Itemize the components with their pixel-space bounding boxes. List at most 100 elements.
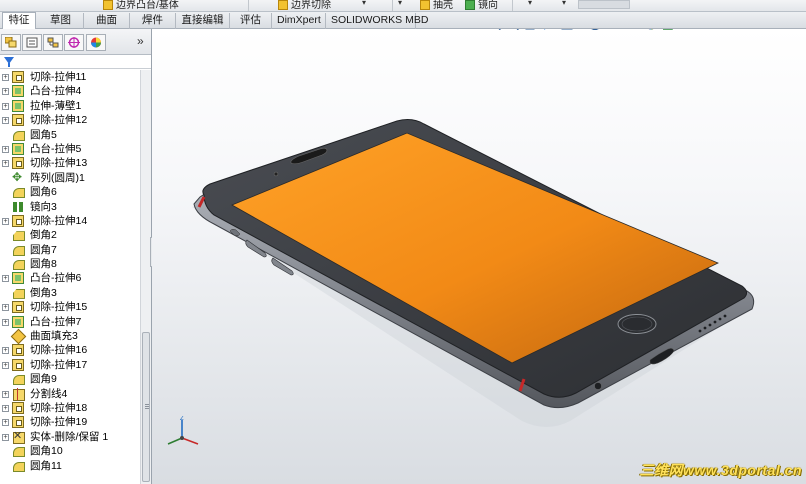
expand-icon[interactable]: + [2,102,9,110]
expand-icon[interactable]: + [2,275,9,283]
tree-item[interactable]: 圆角7 [0,243,140,257]
tree-item[interactable]: + 切除-拉伸11 [0,70,140,84]
tree-item[interactable]: + 切除-拉伸15 [0,300,140,314]
scrollbar-thumb[interactable] [142,332,150,482]
chevron-down-icon[interactable]: ▾ [362,0,366,7]
boss-feature-icon [12,315,24,328]
tree-item[interactable]: + 切除-拉伸14 [0,214,140,228]
body-feature-icon [12,429,25,444]
tree-item[interactable]: 圆角5 [0,128,140,142]
tree-item[interactable]: 阵列(圆周)1 [0,170,140,185]
expand-icon[interactable]: + [2,347,9,355]
fillet-feature-icon [12,244,25,256]
configuration-manager-button[interactable] [43,34,63,51]
dimxpert-manager-button[interactable] [64,34,84,51]
more-panels-icon[interactable]: » [137,34,144,48]
tree-item[interactable]: + 凸台-拉伸4 [0,84,140,98]
expand-icon[interactable]: + [2,304,9,312]
expand-icon[interactable]: + [2,160,9,168]
tree-item[interactable]: 圆角10 [0,444,140,458]
chevron-down-icon[interactable]: ▾ [528,0,532,7]
feature-filter-bar[interactable] [0,55,151,69]
cut-feature-icon [12,416,24,429]
mirror-button[interactable]: 镜向 [465,0,498,11]
command-manager-tabs: 特征 草图 曲面 焊件 直接编辑 评估 DimXpert SOLIDWORKS … [0,12,806,30]
tree-item[interactable]: + 切除-拉伸16 [0,343,140,357]
tree-item[interactable]: + 实体-删除/保留 1 [0,429,140,444]
reference-triad: Z [167,416,199,445]
tab-features[interactable]: 特征 [2,12,36,30]
tree-item[interactable]: + 切除-拉伸17 [0,358,140,372]
tree-item[interactable]: + 切除-拉伸19 [0,415,140,429]
phone-model[interactable] [152,29,806,484]
expand-icon[interactable]: + [2,217,9,225]
tab-surfaces[interactable]: 曲面 [84,13,130,29]
tree-item[interactable]: 圆角11 [0,459,140,473]
tree-item[interactable]: 曲面填充3 [0,329,140,343]
tree-item-label: 切除-拉伸16 [30,344,88,357]
tab-direct-editing[interactable]: 直接编辑 [176,13,230,29]
dimxpert-manager-icon [68,37,80,48]
expand-icon[interactable]: + [2,74,9,81]
boss-feature-icon [12,85,24,98]
tab-solidworks-mbd[interactable]: SOLIDWORKS MBD [326,13,428,29]
expand-icon[interactable]: + [2,117,9,125]
tree-item-label: 倒角2 [30,229,57,242]
tree-item[interactable]: + 凸台-拉伸6 [0,271,140,285]
tree-item[interactable]: + 分割线4 [0,387,140,401]
chevron-down-icon[interactable]: ▾ [398,0,402,7]
expand-icon[interactable]: + [2,433,9,441]
expand-icon[interactable]: + [2,88,9,96]
front-camera [273,171,279,177]
tree-item[interactable]: 圆角9 [0,372,140,386]
boundary-boss-button[interactable]: 边界凸台/基体 [103,0,179,11]
property-manager-button[interactable] [22,34,42,51]
featuremanager-tree-button[interactable] [1,34,21,51]
fillet-feature-icon [12,460,25,472]
tree-item[interactable]: + 切除-拉伸18 [0,401,140,415]
cut-feature-icon [12,401,24,414]
featuremanager-tree-icon [5,37,17,48]
cut-feature-icon [12,71,24,83]
tree-item[interactable]: + 凸台-拉伸5 [0,142,140,156]
tree-item[interactable]: 镜向3 [0,200,140,214]
grip-line [145,406,149,407]
home-button[interactable] [617,314,657,334]
tree-item-label: 切除-拉伸17 [30,358,88,371]
tree-item[interactable]: 圆角6 [0,185,140,199]
boundary-cut-button[interactable]: 边界切除 [278,0,331,11]
tab-weldments[interactable]: 焊件 [130,13,176,29]
tree-item-label: 拉伸-薄壁1 [30,99,82,112]
expand-icon[interactable]: + [2,390,9,398]
expand-icon[interactable]: + [2,419,9,427]
tree-item[interactable]: + 切除-拉伸12 [0,113,140,127]
tab-sketch[interactable]: 草图 [38,13,84,29]
tree-item[interactable]: 圆角8 [0,257,140,271]
headphone-jack [594,382,602,390]
surf-feature-icon [12,330,24,342]
expand-icon[interactable]: + [2,145,9,153]
expand-icon[interactable]: + [2,361,9,369]
tab-dimxpert[interactable]: DimXpert [272,13,326,29]
tree-item-label: 圆角7 [30,243,57,256]
expand-icon[interactable]: + [2,404,9,412]
shell-button[interactable]: 抽壳 [420,0,453,11]
chevron-down-icon[interactable]: ▾ [562,0,566,7]
tree-item[interactable]: + 拉伸-薄壁1 [0,99,140,113]
display-manager-button[interactable] [86,34,106,51]
graphics-area[interactable]: ▾ ▾ ▾ ▾ ▾ [152,29,806,484]
tree-item[interactable]: + 凸台-拉伸7 [0,315,140,329]
tree-item[interactable]: 倒角3 [0,286,140,300]
tree-item-label: 实体-删除/保留 1 [30,430,109,443]
cut-feature-icon [12,157,24,170]
tree-item-label: 分割线4 [30,387,68,400]
tree-scrollbar[interactable] [140,70,151,484]
tree-item[interactable]: + 切除-拉伸13 [0,156,140,170]
tree-item[interactable]: 倒角2 [0,228,140,242]
cut-feature-icon [12,214,24,227]
tree-item-label: 凸台-拉伸7 [30,315,82,328]
tab-evaluate[interactable]: 评估 [230,13,272,29]
tree-item-label: 切除-拉伸19 [30,416,88,429]
mirror-icon [465,0,475,11]
expand-icon[interactable]: + [2,318,9,326]
